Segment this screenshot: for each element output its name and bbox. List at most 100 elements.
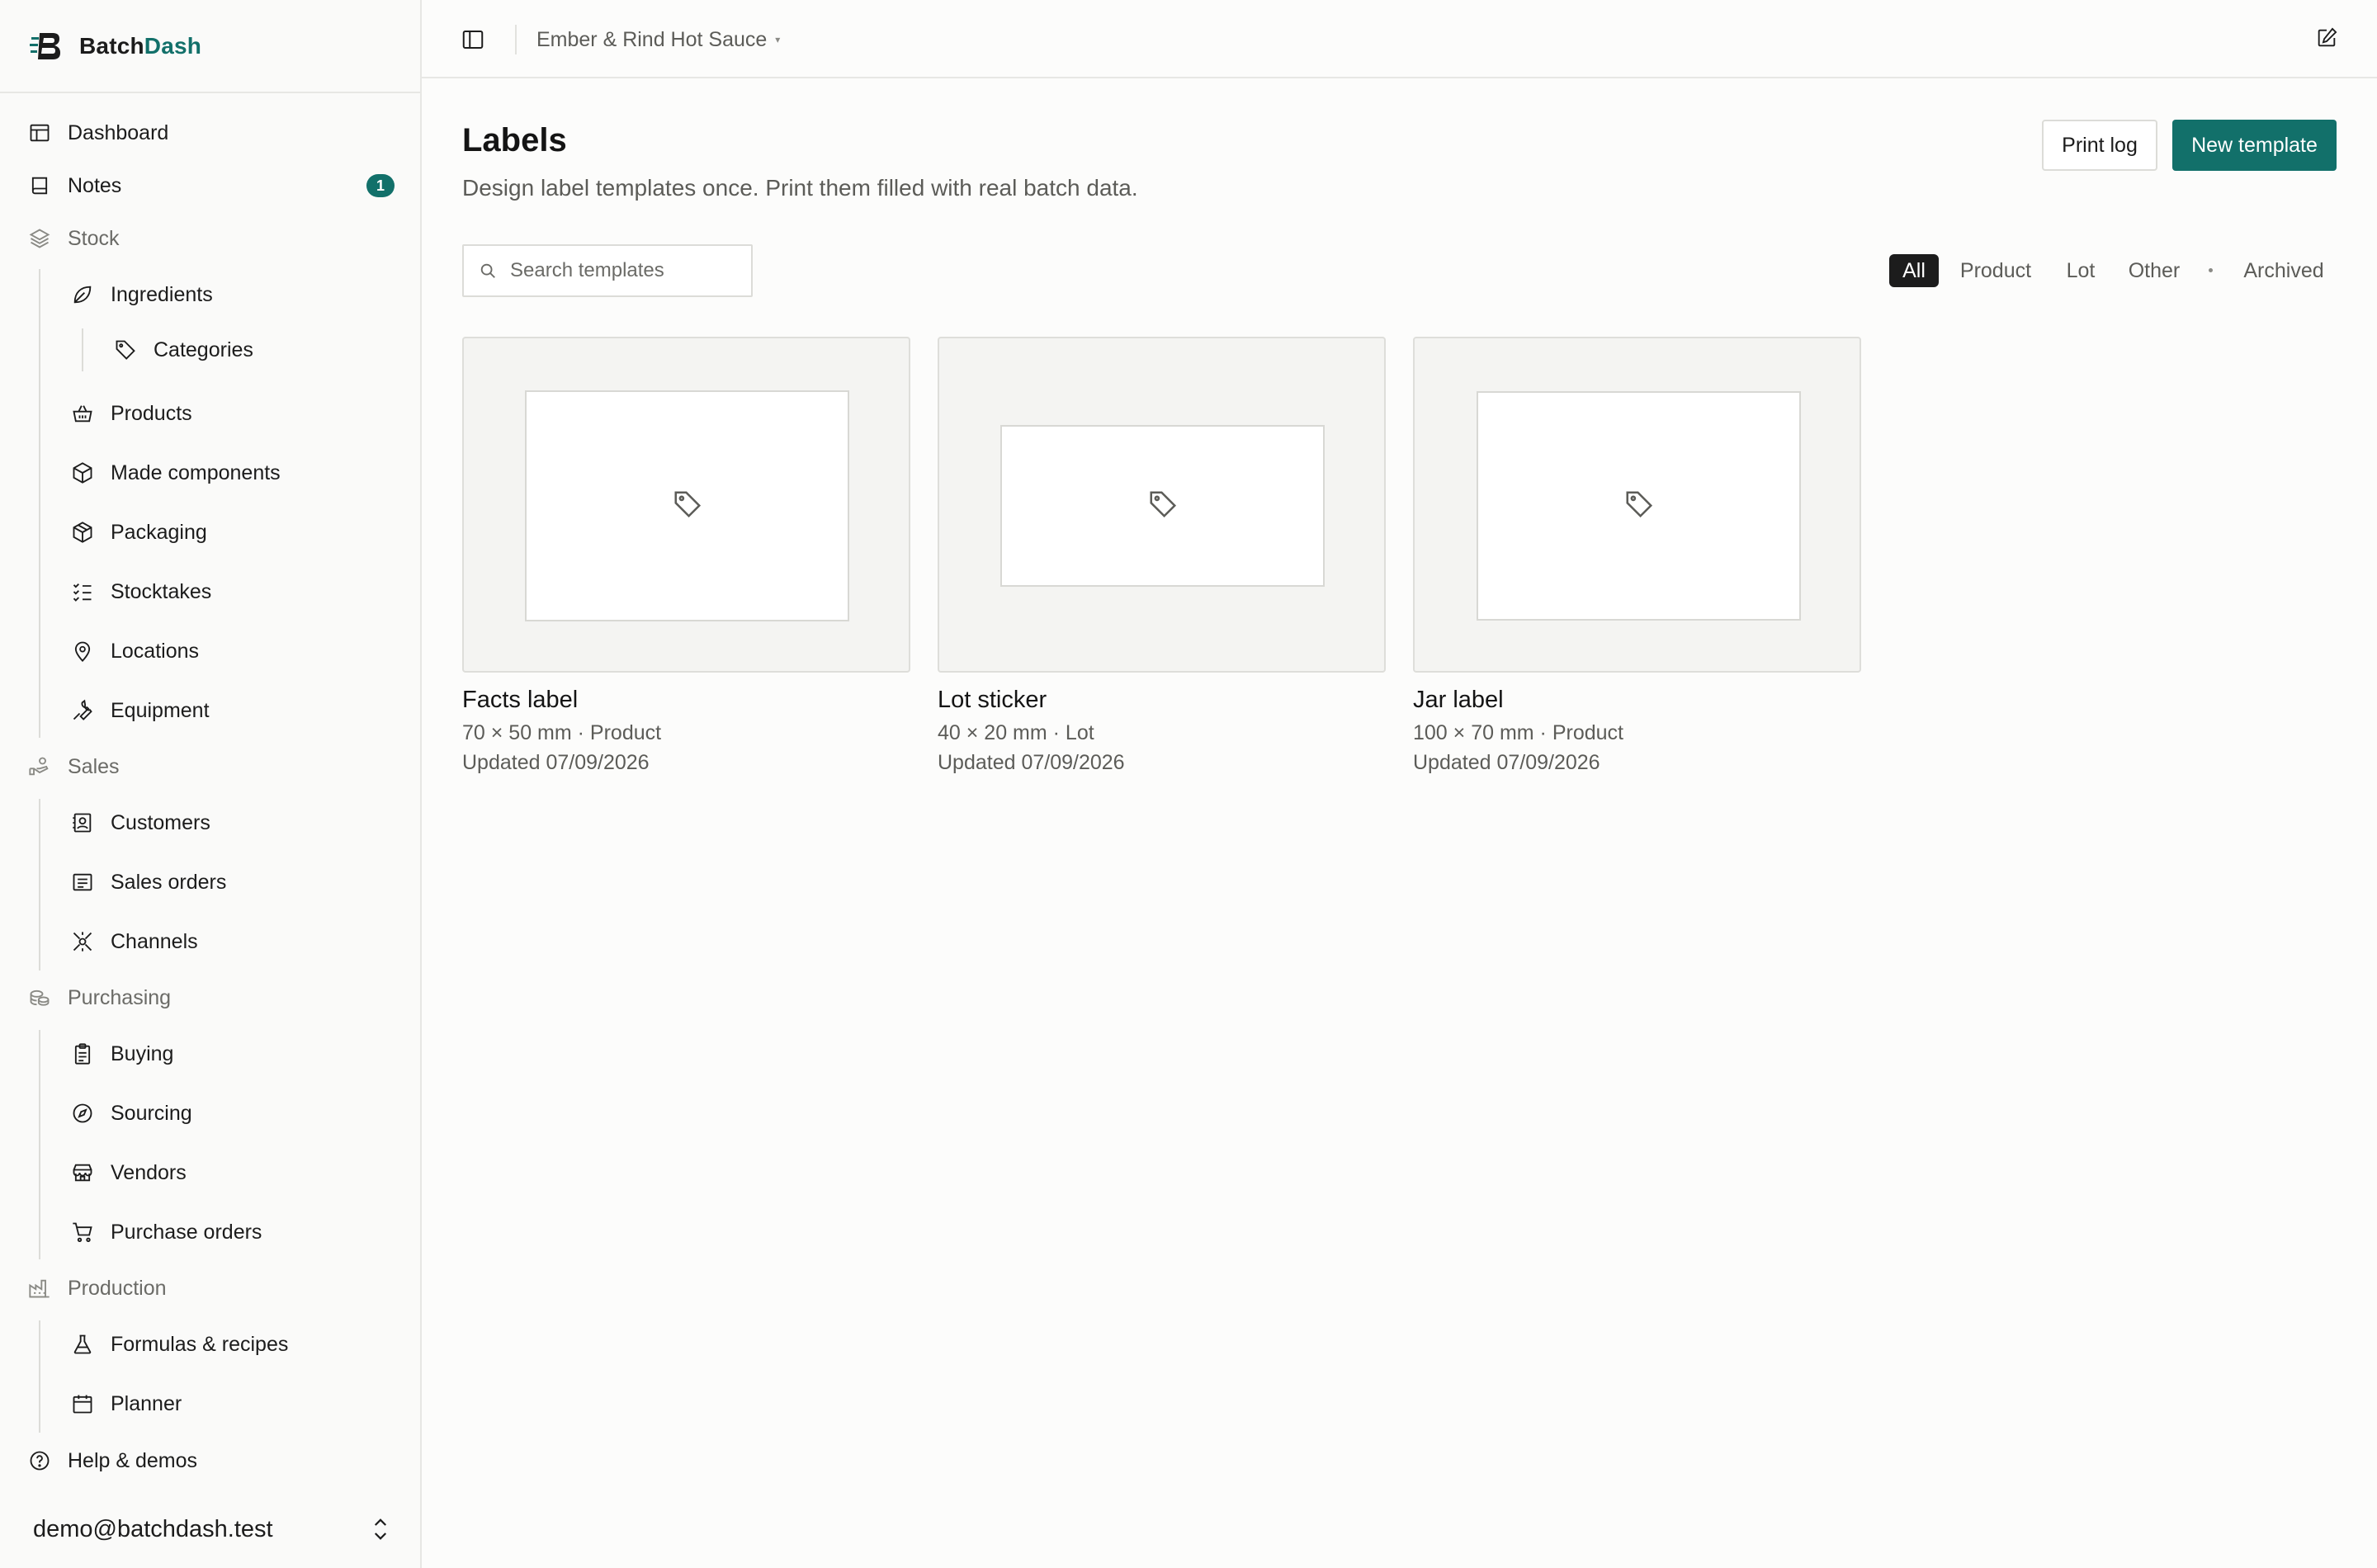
template-meta: 70 × 50 mm · Product [462, 721, 662, 744]
tree-line-production [39, 1320, 40, 1433]
template-updated: Updated 07/09/2026 [462, 751, 650, 774]
batchdash-logo-icon [28, 28, 64, 64]
account-email: demo@batchdash.test [33, 1515, 273, 1542]
template-meta: 40 × 20 mm · Lot [938, 721, 1094, 744]
contact-icon [69, 810, 96, 836]
sidebar-group-purchasing[interactable]: Purchasing [26, 975, 171, 1021]
account-switcher[interactable]: demo@batchdash.test [0, 1496, 420, 1562]
sidebar-item-locations[interactable]: Locations [69, 628, 199, 674]
caret-down-icon: ▾ [775, 34, 781, 45]
template-preview [938, 337, 1386, 673]
help-icon [26, 1448, 53, 1474]
sidebar-item-stocktakes[interactable]: Stocktakes [69, 569, 211, 615]
edit-icon[interactable] [2312, 23, 2342, 53]
compass-icon [69, 1100, 96, 1126]
sidebar-toggle-icon[interactable] [458, 25, 488, 54]
receipt-icon [69, 869, 96, 895]
sidebar-item-buying[interactable]: Buying [69, 1031, 173, 1077]
dashboard-icon [26, 120, 53, 146]
tag-icon [1623, 489, 1655, 524]
notes-count-badge: 1 [366, 174, 395, 197]
sidebar-group-sales[interactable]: Sales [26, 744, 120, 790]
cube-icon [69, 460, 96, 486]
sidebar-item-equipment[interactable]: Equipment [69, 687, 210, 734]
sidebar-item-sales-orders[interactable]: Sales orders [69, 859, 226, 905]
brand[interactable]: BatchDash [0, 0, 420, 93]
sidebar-item-ingredients[interactable]: Ingredients [69, 272, 213, 318]
sidebar: BatchDash Dashboard Notes 1 Stock Ingred… [0, 0, 422, 1568]
leaf-icon [69, 281, 96, 308]
search-box [462, 244, 753, 297]
new-template-button[interactable]: New template [2172, 120, 2337, 171]
filter-archived[interactable]: Archived [2228, 254, 2339, 287]
sidebar-item-help-demos[interactable]: Help & demos [26, 1438, 197, 1484]
sidebar-item-vendors[interactable]: Vendors [69, 1150, 187, 1196]
label-sheet [1000, 425, 1325, 587]
label-sheet [1477, 391, 1801, 621]
sidebar-item-sourcing[interactable]: Sourcing [69, 1090, 192, 1136]
sidebar-item-purchase-orders[interactable]: Purchase orders [69, 1209, 262, 1255]
clipboard-icon [69, 1041, 96, 1067]
tree-line-stock [39, 269, 40, 738]
label-sheet [525, 390, 849, 621]
template-updated: Updated 07/09/2026 [1413, 751, 1600, 774]
filter-lot[interactable]: Lot [2056, 254, 2105, 287]
sidebar-group-production[interactable]: Production [26, 1265, 167, 1311]
topbar: Ember & Rind Hot Sauce ▾ [422, 0, 2377, 78]
flask-icon [69, 1331, 96, 1358]
sidebar-item-formulas-recipes[interactable]: Formulas & recipes [69, 1321, 288, 1367]
sidebar-item-channels[interactable]: Channels [69, 919, 198, 965]
page-title: Labels [462, 122, 567, 158]
calendar-icon [69, 1391, 96, 1417]
sidebar-item-packaging[interactable]: Packaging [69, 509, 207, 555]
filter-other[interactable]: Other [2119, 254, 2189, 287]
tree-line-ingredients [82, 328, 83, 371]
filter-product[interactable]: Product [1953, 254, 2039, 287]
package-icon [69, 519, 96, 545]
sidebar-item-made-components[interactable]: Made components [69, 450, 281, 496]
template-meta: 100 × 70 mm · Product [1413, 721, 1623, 744]
brand-name: BatchDash [79, 32, 202, 59]
workspace-switcher[interactable]: Ember & Rind Hot Sauce ▾ [536, 25, 780, 54]
hand-coins-icon [26, 753, 53, 780]
sidebar-group-stock[interactable]: Stock [26, 215, 120, 262]
sidebar-item-products[interactable]: Products [69, 390, 192, 437]
checklist-icon [69, 579, 96, 605]
basket-icon [69, 400, 96, 427]
filter-separator [2209, 268, 2213, 272]
topbar-divider [515, 25, 517, 54]
sidebar-item-dashboard[interactable]: Dashboard [26, 110, 168, 156]
template-preview [462, 337, 910, 673]
sidebar-item-planner[interactable]: Planner [69, 1381, 182, 1427]
factory-icon [26, 1275, 53, 1301]
template-name: Facts label [462, 687, 579, 713]
satellite-icon [69, 928, 96, 955]
notes-icon [26, 172, 53, 199]
template-preview [1413, 337, 1861, 673]
tag-icon [112, 337, 139, 363]
map-pin-icon [69, 638, 96, 664]
template-name: Lot sticker [938, 687, 1047, 713]
tree-line-purchasing [39, 1030, 40, 1259]
filter-all[interactable]: All [1889, 254, 1939, 287]
chevrons-up-down-icon [368, 1514, 393, 1544]
tag-icon [1147, 489, 1179, 524]
sidebar-item-customers[interactable]: Customers [69, 800, 210, 846]
app-root: BatchDash Dashboard Notes 1 Stock Ingred… [0, 0, 2377, 1568]
template-name: Jar label [1413, 687, 1504, 713]
store-icon [69, 1159, 96, 1186]
coins-icon [26, 985, 53, 1011]
page-subtitle: Design label templates once. Print them … [462, 175, 1138, 201]
sidebar-item-notes[interactable]: Notes [26, 163, 121, 209]
cart-icon [69, 1219, 96, 1245]
wrench-icon [69, 697, 96, 724]
tag-icon [672, 489, 703, 524]
search-input[interactable] [510, 259, 749, 282]
workspace-name: Ember & Rind Hot Sauce [536, 27, 768, 51]
template-updated: Updated 07/09/2026 [938, 751, 1125, 774]
print-log-button[interactable]: Print log [2042, 120, 2157, 171]
sidebar-item-categories[interactable]: Categories [112, 327, 253, 373]
search-icon [477, 260, 499, 281]
layers-icon [26, 225, 53, 252]
tree-line-sales [39, 799, 40, 971]
